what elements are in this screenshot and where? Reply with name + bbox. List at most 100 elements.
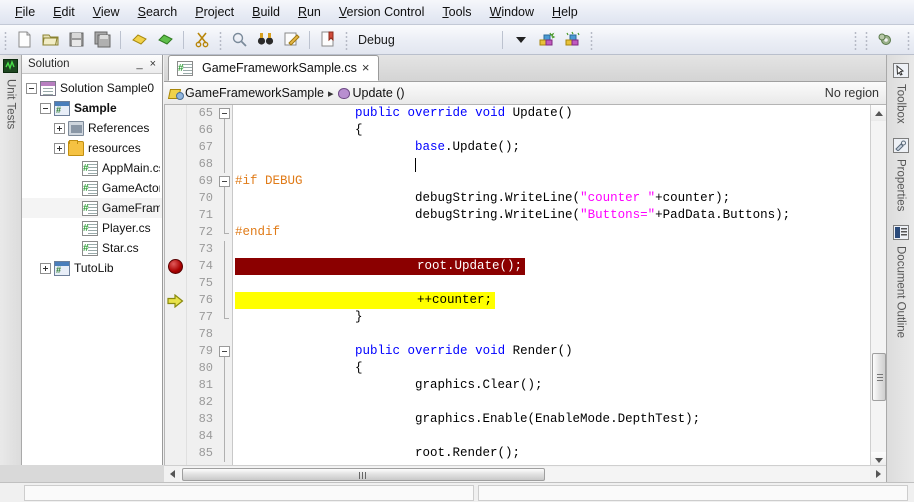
- code-line[interactable]: public override void Render(): [233, 343, 886, 360]
- save-all-icon[interactable]: [90, 28, 114, 52]
- search-icon[interactable]: [227, 28, 251, 52]
- chevron-down-icon[interactable]: [509, 28, 533, 52]
- scroll-left-arrow[interactable]: [164, 467, 180, 482]
- scroll-up-arrow[interactable]: [871, 105, 886, 121]
- expand-icon[interactable]: [54, 142, 65, 154]
- menu-item-help[interactable]: Help: [543, 2, 587, 22]
- cut-icon[interactable]: [190, 28, 214, 52]
- code-line[interactable]: public override void Update(): [233, 105, 886, 122]
- save-icon[interactable]: [64, 28, 88, 52]
- close-icon[interactable]: ×: [362, 61, 370, 74]
- tree-item-solution-sample0[interactable]: Solution Sample0: [22, 78, 162, 98]
- open-folder-icon[interactable]: [38, 28, 62, 52]
- code-line[interactable]: }: [233, 309, 886, 326]
- rebuild-icon[interactable]: [561, 28, 585, 52]
- code-text[interactable]: public override void Update() { base.Upd…: [233, 105, 886, 468]
- code-line[interactable]: [233, 275, 886, 292]
- breadcrumb-member[interactable]: Update (): [352, 86, 404, 100]
- close-icon[interactable]: ×: [150, 59, 156, 70]
- code-line[interactable]: debugString.WriteLine("Buttons="+PadData…: [233, 207, 886, 224]
- right-tab-properties[interactable]: Properties: [892, 137, 910, 215]
- code-line[interactable]: root.Update();: [233, 258, 886, 275]
- menu-item-project[interactable]: Project: [186, 2, 243, 22]
- fold-toggle-icon[interactable]: [219, 346, 230, 357]
- fold-toggle-icon[interactable]: [219, 108, 230, 119]
- toolbar-grip-5[interactable]: [852, 29, 859, 50]
- code-line[interactable]: #endif: [233, 224, 886, 241]
- menu-item-file[interactable]: File: [6, 2, 44, 22]
- replace-icon[interactable]: [279, 28, 303, 52]
- editor-vertical-scrollbar[interactable]: [870, 105, 886, 468]
- collapse-icon[interactable]: [26, 82, 37, 94]
- minimize-icon[interactable]: _: [136, 59, 142, 70]
- scroll-right-arrow[interactable]: [870, 467, 886, 482]
- tree-item-resources[interactable]: resources: [22, 138, 162, 158]
- code-line[interactable]: [233, 428, 886, 445]
- new-file-icon[interactable]: [12, 28, 36, 52]
- code-line[interactable]: root.Render();: [233, 445, 886, 462]
- right-tab-toolbox[interactable]: Toolbox: [892, 63, 910, 128]
- menu-item-view[interactable]: View: [84, 2, 129, 22]
- code-line[interactable]: [233, 394, 886, 411]
- bookmark-icon[interactable]: [316, 28, 340, 52]
- find-next-icon[interactable]: [253, 28, 277, 52]
- fold-gutter[interactable]: [217, 105, 233, 468]
- editor-horizontal-scrollbar[interactable]: [164, 465, 886, 482]
- code-line[interactable]: graphics.Enable(EnableMode.DepthTest);: [233, 411, 886, 428]
- tree-item-appmain-cs[interactable]: AppMain.cs: [22, 158, 162, 178]
- right-tab-properties-label[interactable]: Properties: [892, 155, 910, 215]
- left-tab-unit-tests-label[interactable]: Unit Tests: [2, 75, 20, 133]
- horizontal-scroll-track[interactable]: [180, 466, 870, 482]
- code-line[interactable]: ++counter;: [233, 292, 886, 309]
- tree-item-sample[interactable]: Sample: [22, 98, 162, 118]
- code-line[interactable]: [233, 326, 886, 343]
- toolbar-grip-3[interactable]: [343, 29, 350, 50]
- gear-icon[interactable]: [873, 28, 897, 52]
- code-line[interactable]: [233, 241, 886, 258]
- fold-toggle-icon[interactable]: [219, 176, 230, 187]
- tree-item-gameframe[interactable]: GameFrame: [22, 198, 162, 218]
- menu-item-edit[interactable]: Edit: [44, 2, 84, 22]
- menu-item-search[interactable]: Search: [129, 2, 187, 22]
- tree-item-tutolib[interactable]: TutoLib: [22, 258, 162, 278]
- menu-item-version-control[interactable]: Version Control: [330, 2, 433, 22]
- undo-icon[interactable]: [127, 28, 151, 52]
- line-number: 81: [198, 378, 213, 392]
- breakpoint-gutter[interactable]: [165, 105, 187, 468]
- editor-tab-gameframeworksample[interactable]: GameFrameworkSample.cs ×: [168, 55, 379, 81]
- menu-item-tools[interactable]: Tools: [433, 2, 480, 22]
- code-line[interactable]: debugString.WriteLine("counter "+counter…: [233, 190, 886, 207]
- code-line[interactable]: {: [233, 122, 886, 139]
- menu-item-run[interactable]: Run: [289, 2, 330, 22]
- menu-item-build[interactable]: Build: [243, 2, 289, 22]
- toolbar-grip-2[interactable]: [217, 29, 224, 50]
- tree-item-star-cs[interactable]: Star.cs: [22, 238, 162, 258]
- expand-icon[interactable]: [54, 122, 65, 134]
- tree-item-gameactor-c[interactable]: GameActor.c: [22, 178, 162, 198]
- line-number: 84: [198, 429, 213, 443]
- code-line[interactable]: base.Update();: [233, 139, 886, 156]
- toolbar-grip-7[interactable]: [905, 29, 912, 50]
- tree-item-references[interactable]: References: [22, 118, 162, 138]
- vertical-scroll-thumb[interactable]: [872, 353, 886, 401]
- expand-icon[interactable]: [40, 262, 51, 274]
- code-line[interactable]: #if DEBUG: [233, 173, 886, 190]
- toolbar-grip[interactable]: [2, 29, 9, 50]
- code-line[interactable]: [233, 156, 886, 173]
- collapse-icon[interactable]: [40, 102, 51, 114]
- right-tab-document-outline[interactable]: Document Outline: [892, 225, 910, 342]
- redo-icon[interactable]: [153, 28, 177, 52]
- horizontal-scroll-thumb[interactable]: [182, 467, 545, 481]
- toolbar-grip-6[interactable]: [863, 29, 870, 50]
- right-tab-toolbox-label[interactable]: Toolbox: [892, 80, 910, 128]
- menu-item-window[interactable]: Window: [481, 2, 543, 22]
- tree-item-player-cs[interactable]: Player.cs: [22, 218, 162, 238]
- toolbar-grip-4[interactable]: [588, 29, 595, 50]
- configuration-combo[interactable]: Debug: [352, 29, 497, 51]
- build-icon[interactable]: [535, 28, 559, 52]
- right-tab-document-outline-label[interactable]: Document Outline: [892, 242, 910, 342]
- breakpoint-marker[interactable]: [168, 259, 183, 274]
- code-line[interactable]: graphics.Clear();: [233, 377, 886, 394]
- breadcrumb-class[interactable]: GameFrameworkSample: [185, 86, 324, 100]
- code-line[interactable]: {: [233, 360, 886, 377]
